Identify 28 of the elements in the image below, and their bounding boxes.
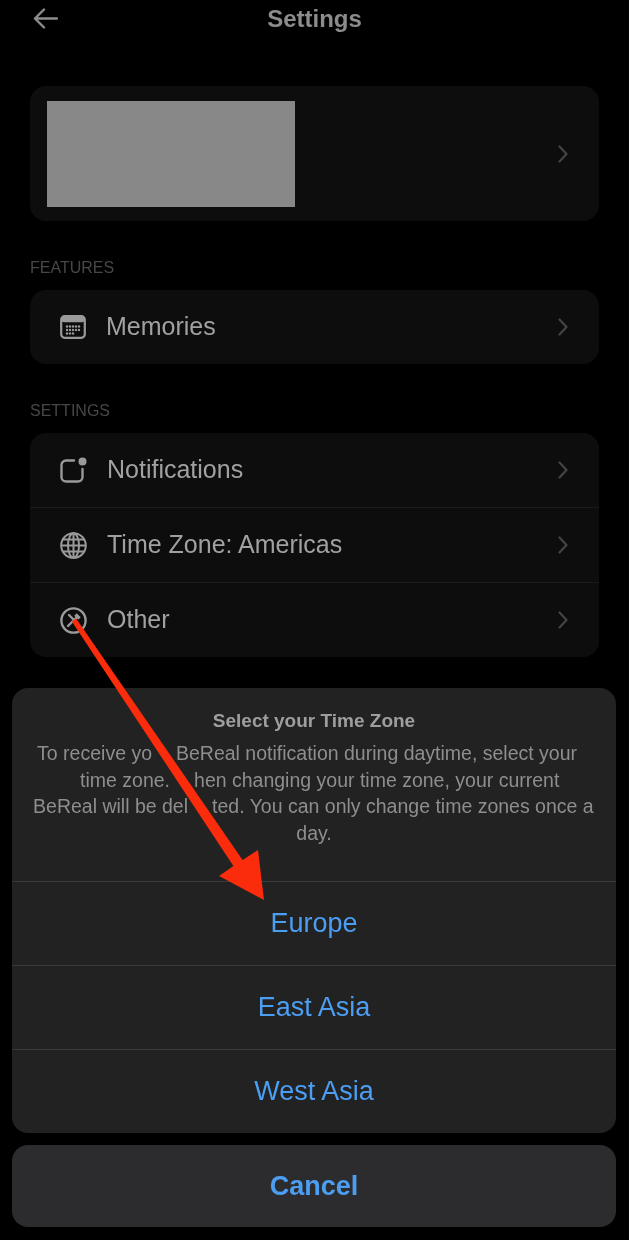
message-text: day. <box>296 821 332 847</box>
message-text: time zone. <box>80 767 171 793</box>
message-text: hen changing your time zone, your current <box>194 767 560 793</box>
page-title: Settings <box>267 3 362 34</box>
cancel-button[interactable]: Cancel <box>12 1145 616 1227</box>
globe-icon <box>60 531 87 559</box>
message-text: BeReal notification during daytime, select your <box>176 741 578 766</box>
settings-row[interactable]: Time Zone: Americas <box>30 507 599 582</box>
tools-icon <box>60 606 87 634</box>
chevron-right-icon <box>558 536 568 554</box>
settings-row[interactable]: Notifications <box>30 433 599 507</box>
app-badge-icon <box>60 457 87 483</box>
section-header: SETTINGS <box>30 401 111 421</box>
profile-card[interactable] <box>30 86 599 221</box>
time-zone-option[interactable]: West Asia <box>12 1049 616 1133</box>
sheet-title: Select your Time Zone <box>212 709 416 733</box>
chevron-right-icon <box>558 318 568 336</box>
message-text: BeReal will be del <box>33 794 189 820</box>
message-text: ted. You can only change time zones once a <box>212 794 594 820</box>
calendar-icon <box>60 315 86 339</box>
chevron-right-icon <box>558 144 568 163</box>
message-text: To receive yo <box>37 741 152 766</box>
chevron-right-icon <box>558 611 568 629</box>
settings-row[interactable]: Memories <box>30 290 599 364</box>
chevron-right-icon <box>558 461 568 479</box>
time-zone-option[interactable]: East Asia <box>12 965 616 1049</box>
section-header: FEATURES <box>30 258 116 278</box>
back-icon[interactable] <box>33 8 58 29</box>
